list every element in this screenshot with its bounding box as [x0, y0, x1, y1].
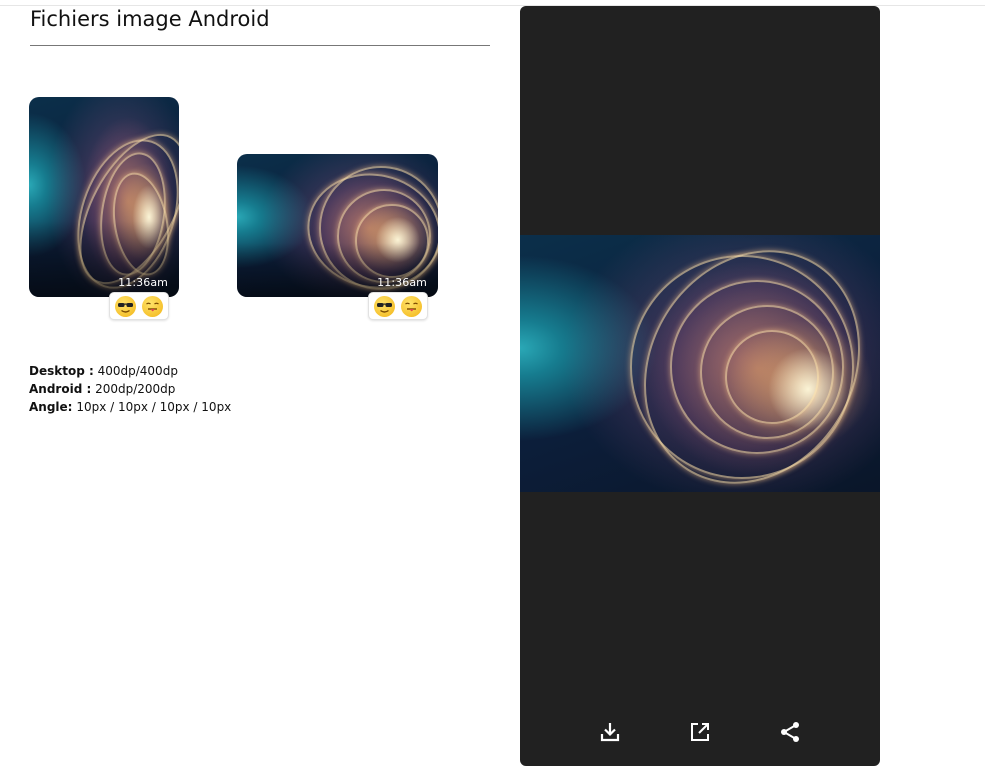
tongue-face-icon[interactable]	[142, 295, 163, 317]
image-specs: Desktop : 400dp/400dp Android : 200dp/20…	[29, 362, 231, 416]
tongue-face-icon[interactable]	[401, 295, 422, 317]
sunglasses-face-icon[interactable]	[374, 295, 395, 317]
page-title: Fichiers image Android	[30, 7, 270, 31]
sunglasses-face-icon[interactable]	[115, 295, 136, 317]
message-timestamp: 11:36am	[118, 276, 168, 289]
image-viewer	[520, 6, 880, 766]
viewer-toolbar	[520, 720, 880, 752]
share-icon[interactable]	[778, 720, 802, 744]
landscape-image-message[interactable]: 11:36am	[237, 154, 438, 297]
spec-desktop: Desktop : 400dp/400dp	[29, 364, 178, 378]
reaction-bar[interactable]	[109, 292, 169, 320]
spec-angle: Angle: 10px / 10px / 10px / 10px	[29, 400, 232, 414]
download-icon[interactable]	[598, 720, 622, 744]
portrait-image-message[interactable]: 11:36am	[29, 97, 179, 297]
spec-android: Android : 200dp/200dp	[29, 382, 176, 396]
open-external-icon[interactable]	[688, 720, 712, 744]
reaction-bar[interactable]	[368, 292, 428, 320]
title-divider	[30, 45, 490, 46]
viewer-image[interactable]	[520, 235, 880, 492]
message-timestamp: 11:36am	[377, 276, 427, 289]
